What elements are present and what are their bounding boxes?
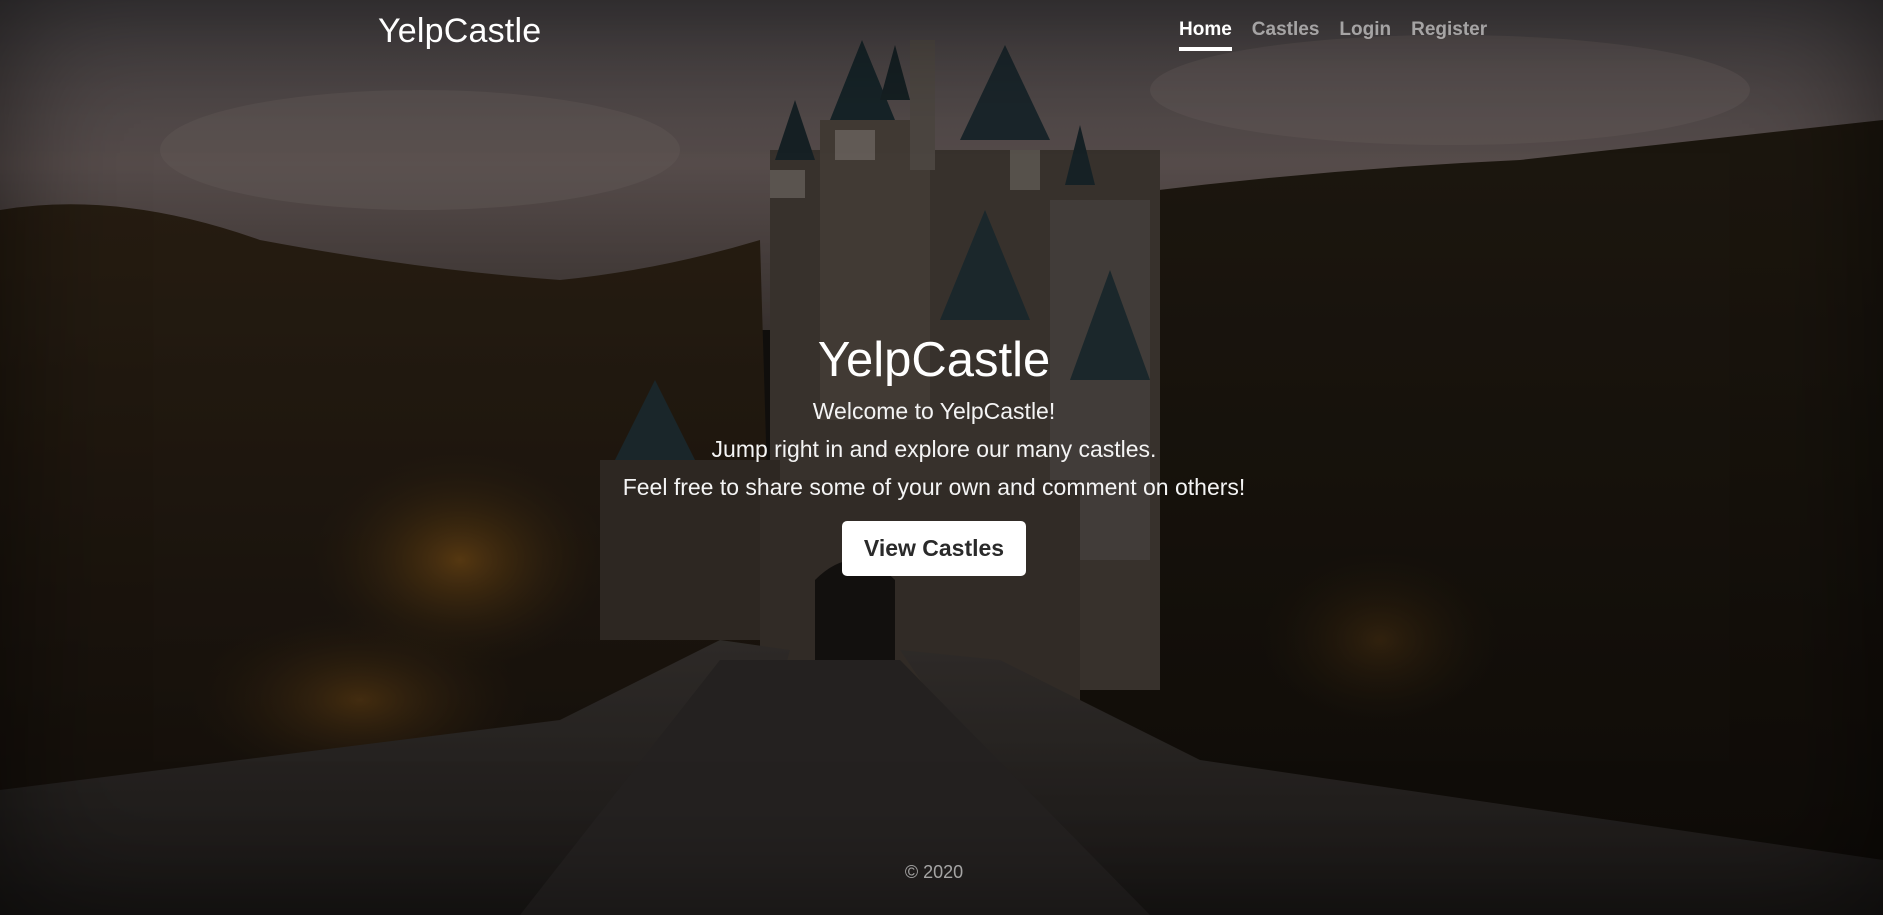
hero-explore-text: Jump right in and explore our many castl… xyxy=(711,436,1157,462)
top-navbar: YelpCastle Home Castles Login Register xyxy=(0,0,1883,70)
footer-copyright: © 2020 xyxy=(904,862,964,882)
brand-logo-text[interactable]: YelpCastle xyxy=(378,12,541,51)
nav-link-castles[interactable]: Castles xyxy=(1252,19,1320,51)
view-castles-button[interactable]: View Castles xyxy=(841,521,1027,576)
nav-link-register[interactable]: Register xyxy=(1411,19,1487,51)
nav-link-login[interactable]: Login xyxy=(1339,19,1391,51)
hero-welcome-text: Welcome to YelpCastle! xyxy=(812,398,1056,424)
nav-link-home[interactable]: Home xyxy=(1179,19,1232,51)
hero-share-text: Feel free to share some of your own and … xyxy=(622,474,1246,500)
main-nav: Home Castles Login Register xyxy=(1179,19,1487,51)
hero-title: YelpCastle xyxy=(817,333,1051,387)
hero-section: YelpCastle Welcome to YelpCastle! Jump r… xyxy=(0,328,1868,576)
